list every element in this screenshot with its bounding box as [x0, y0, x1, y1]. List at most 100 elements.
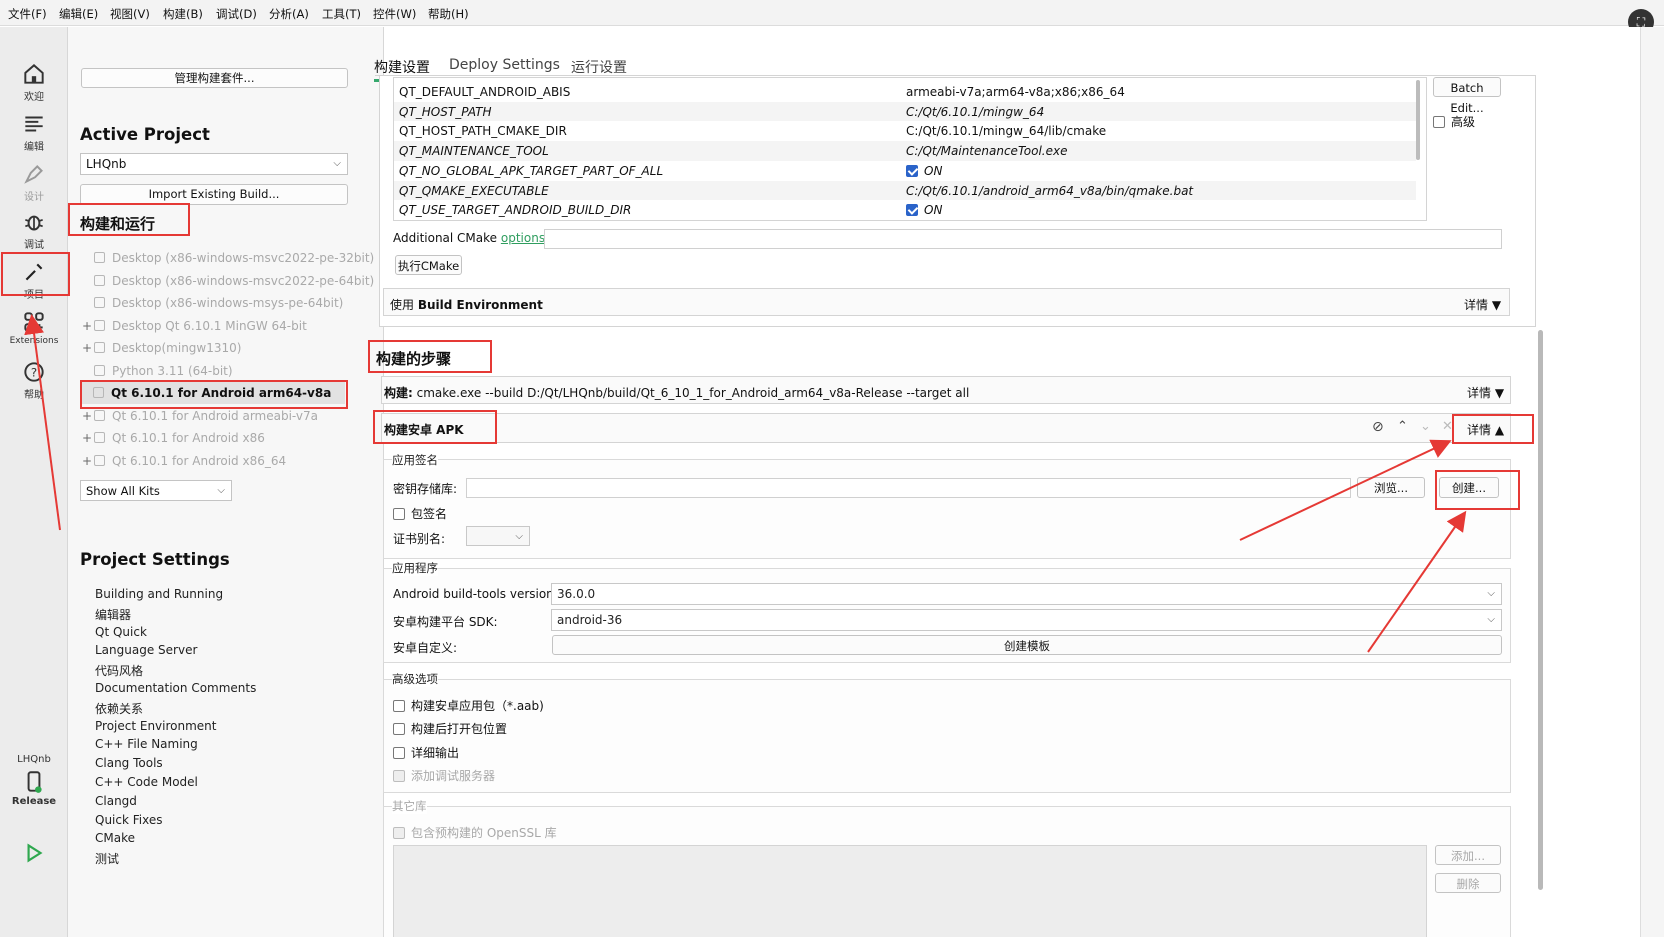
move-up-icon[interactable]: ⌃	[1397, 419, 1408, 434]
cmake-table-row[interactable]: QT_NO_GLOBAL_APK_TARGET_PART_OF_ALL ON	[394, 160, 1416, 181]
cmake-table-row[interactable]: QT_USE_TARGET_ANDROID_BUILD_DIR ON	[394, 200, 1416, 220]
project-settings-item[interactable]: Clangd	[95, 794, 137, 808]
show-all-kits-select[interactable]: Show All Kits ⌵	[80, 480, 232, 501]
additional-cmake-input[interactable]	[544, 229, 1502, 249]
project-settings-item[interactable]: Qt Quick	[95, 625, 147, 639]
advanced-checkbox[interactable]: 高级	[1433, 113, 1475, 130]
menu-help[interactable]: 帮助(H)	[428, 6, 469, 22]
table-scrollbar[interactable]	[1416, 80, 1420, 160]
openssl-checkbox[interactable]: 包含预构建的 OpenSSL 库	[393, 824, 557, 841]
move-down-icon[interactable]: ⌄	[1420, 419, 1431, 434]
mode-extensions[interactable]: Extensions	[0, 309, 68, 346]
remove-lib-button[interactable]: 删除	[1435, 873, 1501, 893]
run-button[interactable]	[0, 840, 68, 866]
platform-sdk-select[interactable]: android-36 ⌵	[551, 609, 1502, 631]
project-settings-item[interactable]: 代码风格	[95, 662, 143, 679]
kit-item[interactable]: Python 3.11 (64-bit)	[82, 364, 233, 378]
checkbox-box	[393, 508, 405, 520]
open-location-checkbox[interactable]: 构建后打开包位置	[393, 720, 507, 737]
build-environment-details-button[interactable]: 详情 ▼	[1464, 296, 1501, 313]
cmake-table-row[interactable]: QT_MAINTENANCE_TOOL C:/Qt/MaintenanceTool…	[394, 141, 1416, 162]
project-settings-item[interactable]: C++ Code Model	[95, 775, 198, 789]
aab-checkbox[interactable]: 构建安卓应用包（*.aab)	[393, 697, 544, 714]
kit-item[interactable]: Desktop (x86-windows-msvc2022-pe-32bit)	[82, 251, 374, 265]
project-settings-item[interactable]: 依赖关系	[95, 700, 143, 717]
project-settings-item[interactable]: Language Server	[95, 643, 197, 657]
device-icon	[93, 387, 104, 398]
active-project-heading: Active Project	[80, 125, 210, 144]
kit-label: Desktop (x86-windows-msvc2022-pe-64bit)	[112, 273, 375, 288]
run-cmake-button[interactable]: 执行CMake	[395, 255, 462, 275]
project-settings-item[interactable]: 测试	[95, 850, 119, 867]
project-settings-item[interactable]: Documentation Comments	[95, 681, 256, 695]
tab-run-settings[interactable]: 运行设置	[571, 57, 627, 77]
cmake-variables-table: QT_DEFAULT_ANDROID_ABIS armeabi-v7a;arm64…	[393, 77, 1427, 221]
project-settings-item[interactable]: Project Environment	[95, 719, 217, 733]
menu-tools[interactable]: 工具(T)	[322, 6, 361, 22]
active-project-select[interactable]: LHQnb ⌵	[80, 153, 348, 175]
cmake-key: QT_DEFAULT_ANDROID_ABIS	[399, 85, 571, 99]
menu-file[interactable]: 文件(F)	[8, 6, 47, 22]
verbose-checkbox[interactable]: 详细输出	[393, 744, 459, 761]
mode-debug[interactable]: 调试	[0, 209, 68, 251]
apk-step-details-button[interactable]: 详情 ▲	[1467, 421, 1504, 438]
cert-alias-label: 证书别名:	[393, 532, 446, 546]
build-tools-select[interactable]: 36.0.0 ⌵	[551, 583, 1502, 605]
checkbox-checked-icon[interactable]	[906, 164, 918, 177]
sign-package-checkbox[interactable]: 包签名	[393, 505, 447, 522]
debug-server-checkbox[interactable]: 添加调试服务器	[393, 767, 495, 784]
import-build-button[interactable]: Import Existing Build...	[80, 184, 348, 205]
kit-item[interactable]: + Qt 6.10.1 for Android x86	[82, 431, 265, 445]
remove-step-icon[interactable]: ✕	[1442, 419, 1453, 434]
menu-view[interactable]: 视图(V)	[110, 6, 150, 22]
disable-step-icon[interactable]: ⊘	[1372, 419, 1384, 435]
kit-item[interactable]: + Desktop Qt 6.10.1 MinGW 64-bit	[82, 319, 307, 333]
mode-extensions-label: Extensions	[9, 336, 59, 346]
cmake-table-row[interactable]: QT_DEFAULT_ANDROID_ABIS armeabi-v7a;arm64…	[394, 82, 1416, 102]
project-settings-item[interactable]: Quick Fixes	[95, 813, 162, 827]
signing-group	[383, 459, 1511, 559]
kit-item[interactable]: Qt 6.10.1 for Android arm64-v8a	[81, 382, 345, 404]
tab-deploy-settings[interactable]: Deploy Settings	[449, 57, 560, 73]
sign-package-label: 包签名	[411, 507, 448, 521]
project-settings-item[interactable]: CMake	[95, 831, 135, 845]
mode-welcome[interactable]: 欢迎	[0, 61, 68, 103]
create-keystore-button[interactable]: 创建...	[1439, 477, 1499, 498]
create-templates-button[interactable]: 创建模板	[552, 635, 1502, 655]
add-lib-button[interactable]: 添加...	[1435, 845, 1501, 865]
menu-debug[interactable]: 调试(D)	[216, 6, 257, 22]
project-settings-item[interactable]: C++ File Naming	[95, 737, 198, 751]
mode-help[interactable]: ? 帮助	[0, 359, 68, 401]
kit-item[interactable]: Desktop (x86-windows-msvc2022-pe-64bit)	[82, 274, 374, 288]
kit-item[interactable]: + Qt 6.10.1 for Android x86_64	[82, 454, 286, 468]
checkbox-checked-icon[interactable]	[906, 204, 918, 217]
cmake-build-step-details-button[interactable]: 详情 ▼	[1467, 384, 1504, 401]
options-link[interactable]: options	[501, 231, 545, 245]
cmake-table-row[interactable]: QT_QMAKE_EXECUTABLE C:/Qt/6.10.1/android_…	[394, 180, 1416, 201]
kit-item[interactable]: + Qt 6.10.1 for Android armeabi-v7a	[82, 409, 318, 423]
mode-design[interactable]: 设计	[0, 161, 68, 203]
target-selector[interactable]: LHQnb Release	[0, 753, 68, 807]
project-settings-item[interactable]: Building and Running	[95, 587, 223, 601]
menu-edit[interactable]: 编辑(E)	[59, 6, 98, 22]
cmake-table-row[interactable]: QT_HOST_PATH C:/Qt/6.10.1/mingw_64	[394, 101, 1416, 122]
cmake-table-row[interactable]: QT_HOST_PATH_CMAKE_DIR C:/Qt/6.10.1/mingw…	[394, 121, 1416, 142]
mode-projects[interactable]: 项目	[0, 259, 68, 301]
build-run-heading: 构建和运行	[80, 215, 156, 233]
browse-button[interactable]: 浏览...	[1357, 477, 1425, 498]
mode-edit[interactable]: 编辑	[0, 111, 68, 153]
menu-controls[interactable]: 控件(W)	[373, 6, 416, 22]
project-settings-item[interactable]: Clang Tools	[95, 756, 163, 770]
menu-analyze[interactable]: 分析(A)	[269, 6, 309, 22]
keystore-input[interactable]	[466, 478, 1351, 498]
project-settings-item[interactable]: 编辑器	[95, 606, 131, 623]
batch-edit-button[interactable]: Batch Edit...	[1433, 77, 1501, 115]
checkbox-box	[393, 827, 405, 839]
manage-kits-button[interactable]: 管理构建套件...	[81, 68, 348, 88]
kit-item[interactable]: Desktop (x86-windows-msys-pe-64bit)	[82, 296, 343, 310]
kit-item[interactable]: + Desktop(mingw1310)	[82, 341, 241, 355]
menu-build[interactable]: 构建(B)	[163, 6, 203, 22]
libs-list[interactable]	[393, 845, 1427, 937]
cert-alias-select[interactable]: ⌵	[466, 526, 530, 546]
main-scrollbar[interactable]	[1538, 330, 1543, 890]
